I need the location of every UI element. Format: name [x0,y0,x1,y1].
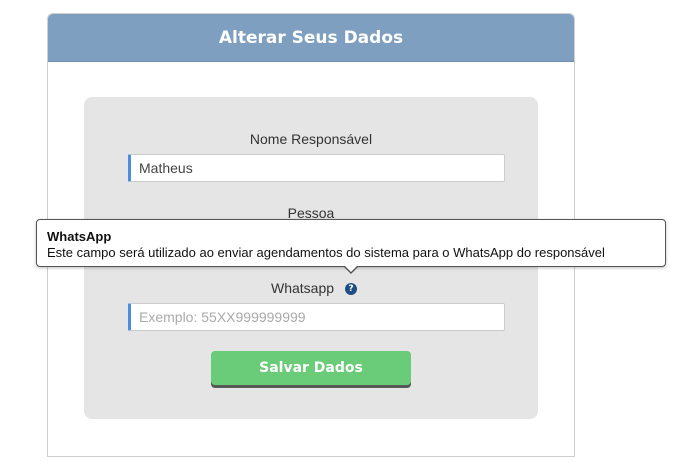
whatsapp-input[interactable] [128,303,505,331]
save-button[interactable]: Salvar Dados [211,351,411,385]
tooltip-body: Este campo será utilizado ao enviar agen… [47,245,605,260]
whatsapp-label: Whatsapp [271,280,335,296]
tooltip-title: WhatsApp [47,229,112,244]
nome-responsavel-label: Nome Responsável [249,131,373,147]
nome-responsavel-input[interactable] [128,154,505,182]
whatsapp-tooltip: WhatsApp Este campo será utilizado ao en… [36,219,666,274]
panel-title: Alterar Seus Dados [218,27,404,48]
question-mark-icon[interactable]: ? [345,283,357,295]
panel-header: Alterar Seus Dados [48,14,574,62]
tooltip-arrow [343,265,359,274]
